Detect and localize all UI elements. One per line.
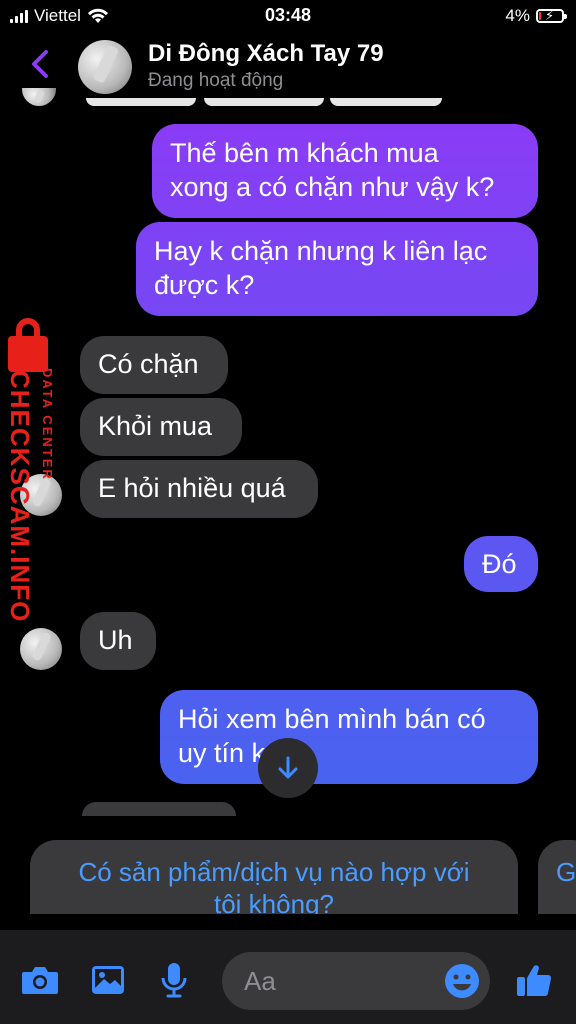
message-line: Thế bên m khách mua: [170, 138, 439, 168]
sender-avatar[interactable]: [20, 628, 62, 670]
battery-percent: 4%: [505, 6, 530, 25]
message-incoming[interactable]: Có chặn: [80, 336, 228, 394]
message-line: được k?: [154, 270, 255, 300]
message-text: Uh: [98, 625, 133, 655]
image-icon: [92, 966, 124, 994]
like-button[interactable]: [512, 958, 556, 1002]
message-outgoing[interactable]: Đó: [464, 536, 538, 592]
thumbs-up-icon: [517, 965, 552, 996]
suggestion-chip[interactable]: Có sản phẩm/dịch vụ nào hợp với tôi khôn…: [30, 840, 518, 914]
voice-button[interactable]: [152, 958, 196, 1002]
gallery-button[interactable]: [86, 958, 130, 1002]
scrolled-content: [330, 98, 442, 106]
message-line: uy tín k: [178, 738, 266, 768]
scrolled-avatar: [22, 88, 56, 106]
contact-name[interactable]: Di Đông Xách Tay 79: [148, 40, 384, 68]
message-text: E hỏi nhiều quá: [98, 473, 286, 503]
suggestion-line: tôi không?: [214, 889, 334, 914]
scrolled-content: [86, 98, 196, 106]
message-text: Đó: [482, 549, 517, 579]
message-line: Hỏi xem bên mình bán có: [178, 704, 486, 734]
chat-header: Di Đông Xách Tay 79 Đang hoạt động: [0, 34, 576, 98]
composer-bar: Aa: [0, 930, 576, 1024]
message-incoming[interactable]: Khỏi mua: [80, 398, 242, 456]
message-placeholder: Aa: [244, 966, 276, 996]
arrow-down-icon: [278, 756, 298, 779]
contact-avatar[interactable]: [78, 40, 132, 94]
camera-icon: [22, 967, 58, 994]
message-text: Có chặn: [98, 349, 199, 379]
message-line: Hay k chặn nhưng k liên lạc: [154, 236, 488, 266]
camera-button[interactable]: [18, 958, 62, 1002]
message-line: xong a có chặn như vậy k?: [170, 172, 495, 202]
lock-body: [8, 336, 48, 372]
message-outgoing[interactable]: Hỏi xem bên mình bán có uy tín k: [160, 690, 538, 784]
message-incoming[interactable]: E hỏi nhiều quá: [80, 460, 318, 518]
emoji-icon[interactable]: [442, 961, 482, 1001]
suggestion-chip[interactable]: G: [538, 840, 576, 914]
status-bar: Viettel 03:48 4% ⚡: [0, 0, 576, 34]
watermark-sub: DATA CENTER: [40, 368, 55, 481]
suggestion-line: Có sản phẩm/dịch vụ nào hợp với: [78, 857, 470, 887]
watermark-brand: CHECKSCAM.INFO: [5, 370, 35, 623]
suggestion-line: G: [556, 857, 576, 887]
microphone-icon: [161, 963, 187, 998]
message-text: Khỏi mua: [98, 411, 213, 441]
battery-status: 4% ⚡: [505, 6, 567, 26]
clock: 03:48: [264, 5, 312, 25]
message-incoming-partial: [82, 802, 236, 816]
scroll-to-bottom-button[interactable]: [258, 738, 318, 798]
scrolled-content: [204, 98, 324, 106]
back-chevron-icon[interactable]: [22, 42, 62, 86]
message-input[interactable]: Aa: [222, 952, 490, 1010]
battery-icon: ⚡: [536, 8, 567, 23]
watermark: CHECKSCAM.INFO DATA CENTER: [4, 318, 64, 622]
message-incoming[interactable]: Uh: [80, 612, 156, 670]
message-outgoing[interactable]: Thế bên m khách mua xong a có chặn như v…: [152, 124, 538, 218]
message-outgoing[interactable]: Hay k chặn nhưng k liên lạc được k?: [136, 222, 538, 316]
presence-status: Đang hoạt động: [148, 70, 284, 91]
